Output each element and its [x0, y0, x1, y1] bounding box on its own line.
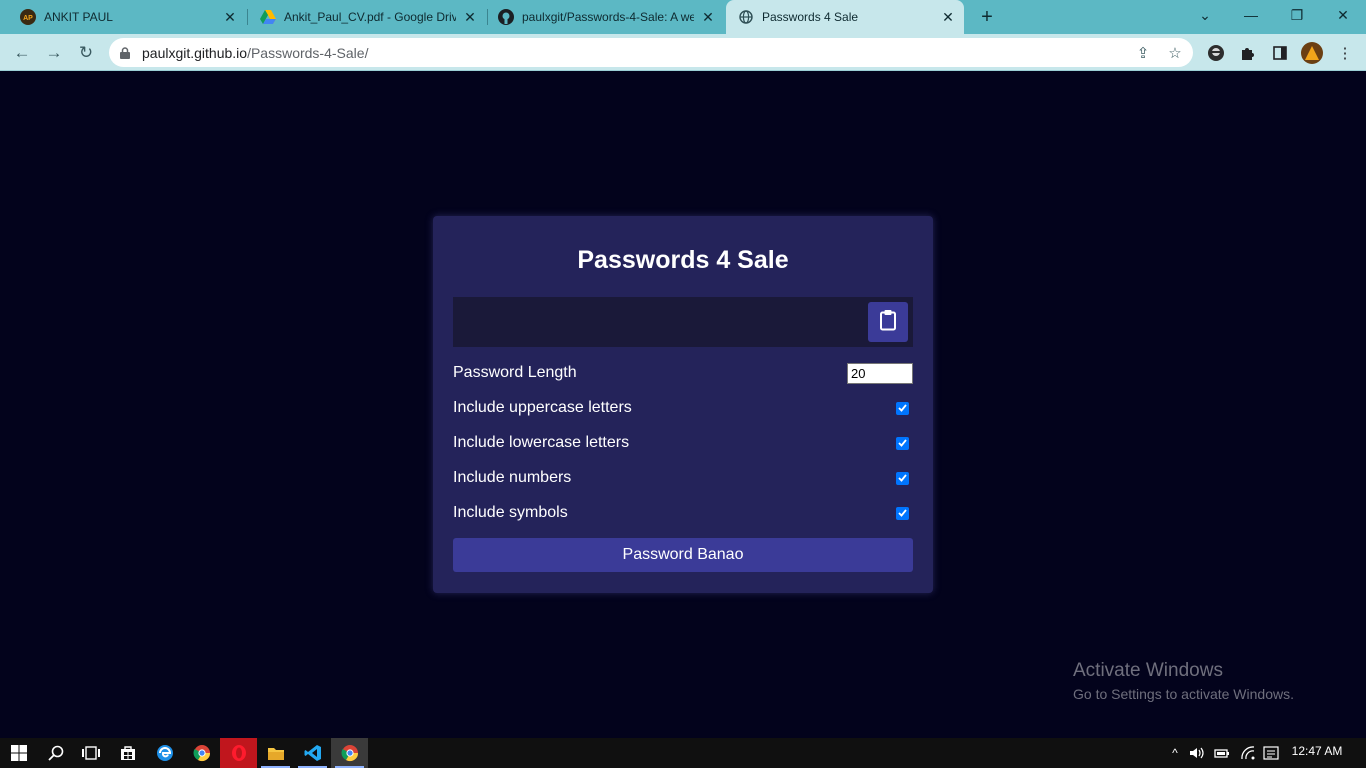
password-generator-card: Passwords 4 Sale Password Length Include…: [433, 216, 933, 593]
windows-taskbar: ^ 12:47 AM: [0, 738, 1366, 768]
uppercase-checkbox[interactable]: [896, 401, 909, 415]
share-icon[interactable]: ⇪: [1135, 45, 1151, 62]
activate-windows-title: Activate Windows: [1073, 660, 1223, 681]
password-length-label: Password Length: [453, 364, 577, 381]
reload-icon[interactable]: ↻: [73, 40, 99, 66]
tab-passwords-4-sale[interactable]: Passwords 4 Sale ✕: [726, 0, 964, 34]
password-result-box: [453, 297, 913, 347]
opera-icon[interactable]: [220, 738, 257, 768]
wifi-icon[interactable]: [1240, 745, 1256, 761]
uppercase-setting: Include uppercase letters: [453, 396, 913, 420]
google-drive-icon: [260, 9, 276, 25]
start-windows-icon[interactable]: [0, 738, 37, 768]
browser-toolbar: ← → ↻ paulxgit.github.io/Passwords-4-Sal…: [0, 34, 1366, 71]
close-icon[interactable]: ✕: [462, 9, 478, 25]
bookmark-star-icon[interactable]: ☆: [1167, 45, 1183, 62]
chrome-running-icon[interactable]: [331, 738, 368, 768]
svg-text:AP: AP: [23, 15, 33, 22]
forward-icon[interactable]: →: [41, 40, 67, 66]
globe-icon: [738, 9, 754, 25]
symbols-setting: Include symbols: [453, 501, 913, 525]
browser-menu-icon[interactable]: ⋮: [1334, 42, 1356, 64]
uppercase-label: Include uppercase letters: [453, 399, 632, 416]
chrome-icon[interactable]: [183, 738, 220, 768]
taskbar-clock[interactable]: 12:47 AM: [1290, 744, 1344, 758]
profile-avatar[interactable]: [1301, 42, 1323, 64]
lowercase-checkbox[interactable]: [896, 436, 909, 450]
tab-title: ANKIT PAUL: [44, 10, 113, 24]
minimize-button[interactable]: —: [1228, 0, 1274, 30]
ap-logo-icon: AP: [20, 9, 36, 25]
url-path: /Passwords-4-Sale/: [247, 44, 369, 61]
copy-to-clipboard-button[interactable]: [868, 302, 908, 342]
url-host: paulxgit.github.io: [142, 44, 248, 61]
tab-strip: AP ANKIT PAUL ✕ Ankit_Paul_CV.pdf - Goog…: [0, 0, 1366, 34]
microsoft-store-icon[interactable]: [109, 738, 146, 768]
show-hidden-icons-icon[interactable]: ^: [1167, 745, 1183, 761]
generate-password-button[interactable]: Password Banao: [453, 538, 913, 572]
close-window-button[interactable]: ✕: [1320, 0, 1366, 30]
numbers-label: Include numbers: [453, 469, 572, 486]
tab-title: Passwords 4 Sale: [762, 10, 859, 24]
symbols-label: Include symbols: [453, 504, 568, 521]
task-view-icon[interactable]: [72, 738, 109, 768]
password-length-input[interactable]: [847, 362, 913, 384]
back-icon[interactable]: ←: [9, 40, 35, 66]
side-panel-icon[interactable]: [1269, 42, 1291, 64]
tab-search-icon[interactable]: ⌄: [1182, 0, 1228, 30]
battery-icon[interactable]: [1214, 745, 1230, 761]
numbers-setting: Include numbers: [453, 466, 913, 490]
page-title: Passwords 4 Sale: [577, 246, 789, 274]
edge-icon[interactable]: [146, 738, 183, 768]
volume-icon[interactable]: [1189, 745, 1205, 761]
close-icon[interactable]: ✕: [700, 9, 716, 25]
tab-github-repo[interactable]: paulxgit/Passwords-4-Sale: A wel ✕: [478, 0, 724, 34]
lowercase-setting: Include lowercase letters: [453, 431, 913, 455]
new-tab-button[interactable]: +: [975, 5, 999, 29]
close-icon[interactable]: ✕: [940, 9, 956, 25]
numbers-checkbox[interactable]: [896, 471, 909, 485]
symbols-checkbox[interactable]: [896, 506, 909, 520]
search-icon[interactable]: [37, 738, 74, 768]
extensions-puzzle-icon[interactable]: [1237, 42, 1259, 64]
url-text: paulxgit.github.io/Passwords-4-Sale/: [142, 45, 368, 61]
tab-title: paulxgit/Passwords-4-Sale: A wel: [522, 10, 694, 24]
tab-google-drive[interactable]: Ankit_Paul_CV.pdf - Google Drive ✕: [240, 0, 486, 34]
restore-button[interactable]: ❐: [1274, 0, 1320, 30]
close-icon[interactable]: ✕: [222, 9, 238, 25]
vscode-icon[interactable]: [294, 738, 331, 768]
address-bar[interactable]: paulxgit.github.io/Passwords-4-Sale/ ⇪ ☆: [109, 38, 1193, 67]
ime-keyboard-icon[interactable]: [1263, 745, 1279, 761]
lock-icon[interactable]: [120, 46, 132, 59]
file-explorer-icon[interactable]: [257, 738, 294, 768]
github-icon: [498, 9, 514, 25]
tab-ankit-paul[interactable]: AP ANKIT PAUL ✕: [0, 0, 246, 34]
activate-windows-subtitle: Go to Settings to activate Windows.: [1073, 686, 1294, 702]
tab-title: Ankit_Paul_CV.pdf - Google Drive: [284, 10, 456, 24]
password-length-setting: Password Length: [453, 361, 913, 385]
extension-avatar-icon[interactable]: [1205, 42, 1227, 64]
lowercase-label: Include lowercase letters: [453, 434, 630, 451]
clipboard-icon: [879, 309, 897, 336]
